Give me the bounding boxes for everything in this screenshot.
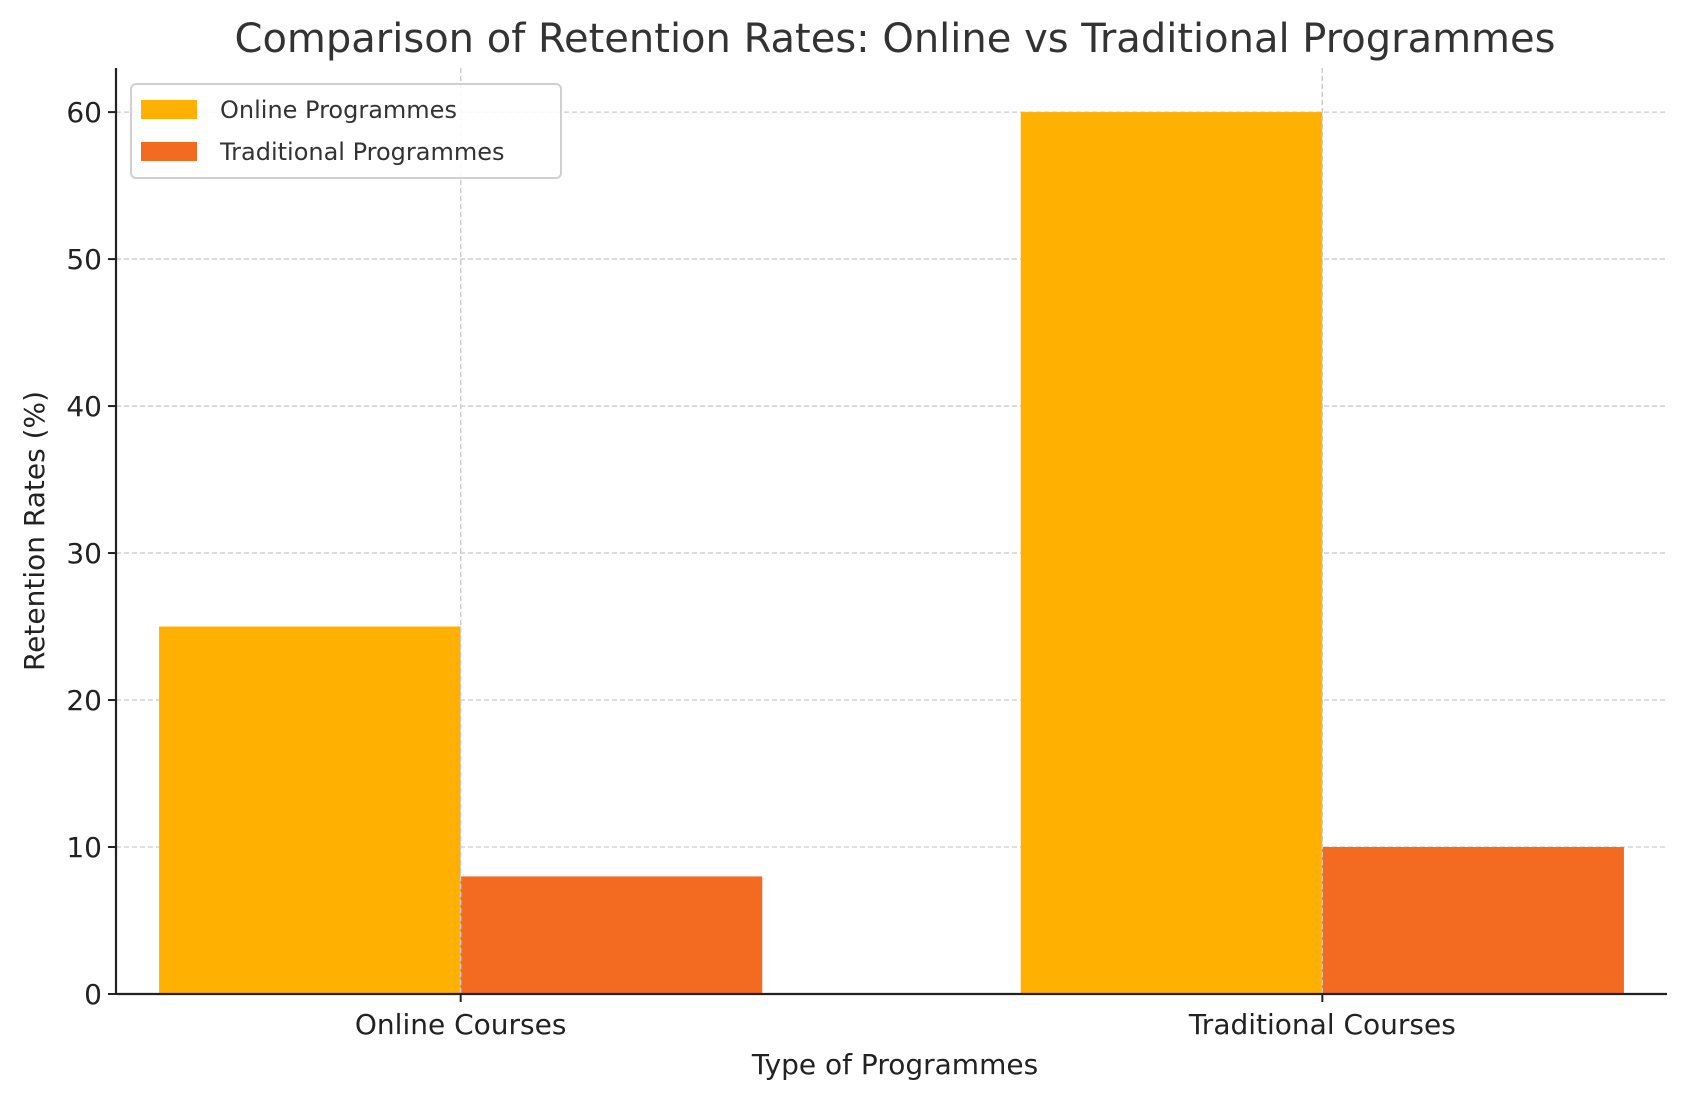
y-tick-label: 30 bbox=[66, 537, 102, 570]
y-tick-label: 20 bbox=[66, 684, 102, 717]
x-tick-label: Online Courses bbox=[355, 1008, 567, 1041]
y-tick-label: 10 bbox=[66, 831, 102, 864]
y-tick-label: 0 bbox=[84, 978, 102, 1011]
bar-chart: 0 10 20 30 40 50 60 Online Courses Traditional C… bbox=[18, 16, 1667, 1081]
chart-title: Comparison of Retention Rates: Online vs… bbox=[235, 16, 1556, 62]
y-tick-label: 60 bbox=[66, 96, 102, 129]
y-axis-label: Retention Rates (%) bbox=[18, 391, 51, 671]
bar-online-programmes-traditional-courses bbox=[1020, 112, 1323, 995]
bar-traditional-programmes-traditional-courses bbox=[1322, 847, 1624, 994]
legend-label: Traditional Programmes bbox=[219, 138, 505, 166]
y-tick-label: 50 bbox=[66, 243, 102, 276]
legend-swatch bbox=[141, 100, 197, 119]
bar-online-programmes-online-courses bbox=[159, 626, 461, 994]
legend-label: Online Programmes bbox=[220, 96, 457, 124]
bar-traditional-programmes-online-courses bbox=[460, 876, 763, 994]
x-axis-label: Type of Programmes bbox=[751, 1048, 1038, 1081]
bars bbox=[159, 68, 1624, 995]
legend: Online Programmes Traditional Programmes bbox=[130, 83, 562, 179]
legend-swatch bbox=[141, 142, 197, 161]
x-tick-label: Traditional Courses bbox=[1188, 1008, 1456, 1041]
y-tick-label: 40 bbox=[66, 390, 102, 423]
